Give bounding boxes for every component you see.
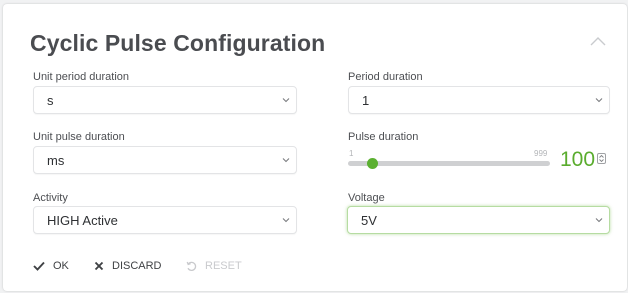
voltage-value: 5V <box>361 213 377 228</box>
chevron-down-icon <box>282 218 290 223</box>
period-duration-value: 1 <box>362 93 370 108</box>
slider-max-label: 999 <box>534 149 548 158</box>
pulse-duration-slider-thumb[interactable] <box>366 158 378 169</box>
unit-pulse-duration-select[interactable]: ms <box>33 146 297 174</box>
discard-label: DISCARD <box>112 260 162 272</box>
reset-button[interactable]: RESET <box>186 257 242 275</box>
reset-label: RESET <box>205 260 242 272</box>
pulse-duration-slider-track[interactable] <box>348 161 550 166</box>
chevron-down-icon <box>282 158 290 163</box>
spinner-arrows-icon <box>599 154 604 163</box>
activity-select[interactable]: HIGH Active <box>33 206 297 234</box>
ok-label: OK <box>53 260 69 272</box>
activity-value: HIGH Active <box>47 213 118 228</box>
activity-label: Activity <box>33 192 68 204</box>
discard-button[interactable]: DISCARD <box>94 257 162 275</box>
period-duration-select[interactable]: 1 <box>348 86 610 114</box>
pulse-duration-label: Pulse duration <box>348 131 419 143</box>
unit-period-duration-label: Unit period duration <box>33 71 130 83</box>
undo-icon <box>186 261 197 271</box>
unit-pulse-duration-value: ms <box>47 153 65 168</box>
period-duration-label: Period duration <box>348 71 423 83</box>
voltage-label: Voltage <box>348 192 385 204</box>
ok-button[interactable]: OK <box>33 257 69 275</box>
slider-min-label: 1 <box>349 149 354 158</box>
unit-period-duration-value: s <box>47 93 54 108</box>
chevron-down-icon <box>595 98 603 103</box>
pulse-duration-spinner[interactable] <box>597 153 606 164</box>
chevron-down-icon <box>282 98 290 103</box>
pulse-duration-value: 100 <box>560 148 596 171</box>
chevron-up-icon <box>590 37 606 46</box>
chevron-down-icon <box>595 218 603 223</box>
collapse-button[interactable] <box>588 34 608 48</box>
unit-period-duration-select[interactable]: s <box>33 86 297 114</box>
panel-title: Cyclic Pulse Configuration <box>30 30 326 56</box>
unit-pulse-duration-label: Unit pulse duration <box>33 131 125 143</box>
voltage-select[interactable]: 5V <box>347 206 610 234</box>
check-icon <box>33 261 45 271</box>
x-icon <box>94 261 104 271</box>
